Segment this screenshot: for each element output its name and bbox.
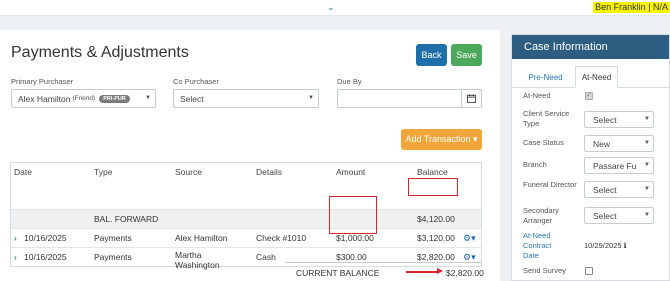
- main-panel: Payments & Adjustments Back Save Primary…: [0, 30, 500, 281]
- due-by-input[interactable]: [337, 89, 482, 108]
- branch-value: Passare Fu: [593, 160, 637, 171]
- pri-pur-badge: PRI-PUR: [99, 94, 130, 103]
- primary-purchaser-relation: (Friend): [72, 95, 96, 102]
- row-balance: $3,120.00: [417, 233, 455, 243]
- table-row[interactable]: › 10/16/2025 Payments Alex Hamilton Chec…: [11, 228, 481, 247]
- user-name[interactable]: Ben Franklin | N/A: [593, 2, 670, 13]
- page-title: Payments & Adjustments: [11, 44, 189, 61]
- red-arrow: [406, 268, 443, 274]
- table-row[interactable]: › 10/16/2025 Payments Martha Washington …: [11, 247, 481, 270]
- primary-purchaser-value: Alex Hamilton: [18, 93, 71, 104]
- gear-icon[interactable]: ⚙▾: [463, 233, 476, 244]
- current-balance-value: $2,820.00: [446, 268, 484, 278]
- row-type: Payments: [94, 252, 132, 262]
- case-status-value: New: [593, 138, 611, 149]
- back-button[interactable]: Back: [416, 44, 447, 66]
- secondary-arranger-select[interactable]: Select ▼: [584, 207, 654, 224]
- at-need-checkbox[interactable]: [585, 91, 593, 100]
- co-purchaser-select[interactable]: Select ▼: [173, 89, 319, 108]
- secondary-arranger-label: Secondary Arranger: [523, 206, 559, 225]
- column-header-amount: Amount: [336, 167, 366, 177]
- row-amount: $300.00: [336, 252, 367, 262]
- chevron-down-icon: ▼: [644, 162, 650, 168]
- row-balance: $2,820.00: [417, 252, 455, 262]
- row-amount: $1,000.00: [336, 233, 374, 243]
- current-balance-label: CURRENT BALANCE: [296, 268, 380, 278]
- at-need-label: At-Need: [523, 91, 551, 100]
- divider: [285, 262, 482, 263]
- row-date: 10/16/2025: [24, 252, 67, 262]
- tab-pre-need[interactable]: Pre-Need: [523, 66, 568, 88]
- balance-forward-type: BAL. FORWARD: [94, 214, 159, 224]
- tab-at-need[interactable]: At-Need: [575, 66, 618, 88]
- funeral-director-value: Select: [593, 184, 617, 195]
- send-survey-label: Send Survey: [523, 266, 566, 275]
- add-transaction-button[interactable]: Add Transaction ▾: [401, 129, 482, 150]
- case-status-label: Case Status: [523, 138, 564, 147]
- client-service-type-label: Client Service Type: [523, 109, 570, 128]
- contract-date-label[interactable]: At-Need Contract Date: [523, 231, 568, 261]
- primary-purchaser-select[interactable]: Alex Hamilton (Friend) PRI-PUR ▼: [11, 89, 156, 108]
- chevron-down-icon: ▼: [644, 186, 650, 192]
- chevron-down-icon[interactable]: ⌄: [327, 2, 335, 13]
- caret-down-icon: ▼: [145, 95, 151, 101]
- chevron-down-icon: ▼: [644, 116, 650, 122]
- highlight-box: [329, 196, 377, 234]
- row-source-line1: Martha: [175, 250, 202, 260]
- row-date: 10/16/2025: [24, 233, 67, 243]
- caret-down-icon: ▼: [308, 95, 314, 101]
- column-header-details: Details: [256, 167, 282, 177]
- case-status-select[interactable]: New ▼: [584, 135, 654, 152]
- co-purchaser-value: Select: [180, 93, 204, 104]
- chevron-down-icon: ▼: [644, 140, 650, 146]
- funeral-director-label: Funeral Director: [523, 180, 577, 189]
- due-by-label: Due By: [337, 77, 362, 86]
- client-service-type-select[interactable]: Select ▼: [584, 111, 654, 128]
- column-header-source: Source: [175, 167, 202, 177]
- column-header-type: Type: [94, 167, 113, 177]
- info-icon[interactable]: ℹ: [624, 241, 627, 250]
- row-details: Check #1010: [256, 233, 307, 243]
- branch-label: Branch: [523, 160, 547, 169]
- row-source-line2: Washington: [175, 260, 220, 270]
- row-source: Martha Washington: [175, 250, 220, 270]
- panel-title: Case Information: [512, 35, 669, 59]
- chevron-right-icon[interactable]: ›: [14, 233, 17, 243]
- row-details: Cash: [256, 252, 276, 262]
- contract-date-text: 10/29/2025: [584, 241, 622, 250]
- co-purchaser-label: Co Purchaser: [173, 77, 219, 86]
- row-source: Alex Hamilton: [175, 233, 228, 243]
- primary-purchaser-label: Primary Purchaser: [11, 77, 74, 86]
- chevron-right-icon[interactable]: ›: [14, 252, 17, 262]
- row-type: Payments: [94, 233, 132, 243]
- top-bar: ⌄ Ben Franklin | N/A: [0, 0, 670, 16]
- client-service-type-value: Select: [593, 114, 617, 125]
- highlight-box: [408, 178, 458, 196]
- branch-select[interactable]: Passare Fu ▼: [584, 157, 654, 174]
- save-button[interactable]: Save: [451, 44, 482, 66]
- contract-date-value: 10/29/2025 ℹ: [584, 241, 627, 250]
- funeral-director-select[interactable]: Select ▼: [584, 181, 654, 198]
- case-information-panel: Case Information Pre-Need At-Need At-Nee…: [511, 34, 670, 281]
- secondary-arranger-value: Select: [593, 210, 617, 221]
- balance-forward-row: BAL. FORWARD $4,120.00: [11, 209, 481, 228]
- column-header-date: Date: [14, 167, 32, 177]
- balance-forward-balance: $4,120.00: [417, 214, 455, 224]
- chevron-down-icon: ▼: [644, 212, 650, 218]
- column-header-balance: Balance: [417, 167, 448, 177]
- calendar-icon[interactable]: [461, 90, 481, 107]
- send-survey-checkbox[interactable]: [585, 267, 593, 275]
